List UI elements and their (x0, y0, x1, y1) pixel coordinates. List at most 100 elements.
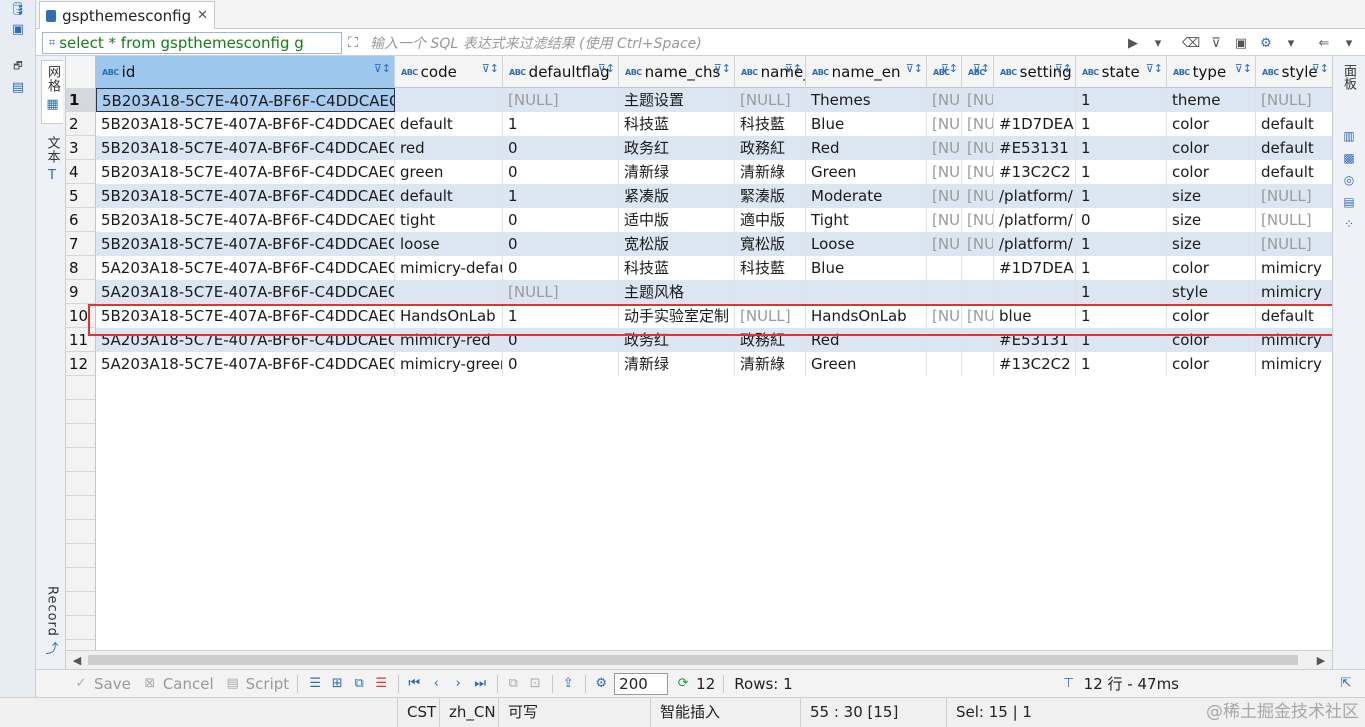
circle-icon[interactable]: ◎ (1341, 172, 1357, 188)
filter-expression-field[interactable]: ⛶ 输入一个 SQL 表达式来过滤结果 (使用 Ctrl+Space) (344, 32, 1164, 54)
table-cell[interactable]: Red (806, 328, 927, 352)
table-cell[interactable]: #13C2C2 (994, 352, 1076, 376)
table-row[interactable]: 2 5B203A18-5C7E-407A-BF6F-C4DDCAECE defaul… (66, 112, 1332, 136)
table-cell[interactable]: 清新綠 (735, 352, 806, 376)
table-cell[interactable]: default (1256, 136, 1332, 160)
row-number[interactable]: 12 (66, 352, 96, 376)
table-cell[interactable]: green (395, 160, 503, 184)
table-cell[interactable]: color (1167, 160, 1256, 184)
table-cell[interactable]: [NU (927, 232, 962, 256)
table-cell[interactable] (395, 88, 503, 112)
table-cell[interactable] (806, 280, 927, 304)
table-cell[interactable]: 科技蓝 (619, 112, 735, 136)
table-cell[interactable]: [NU (962, 184, 994, 208)
column-header-name-[interactable]: ABC name_ ⊽↕ (735, 56, 806, 88)
table-cell[interactable]: 1 (503, 184, 619, 208)
table-cell[interactable]: mimicry (1256, 280, 1332, 304)
save-button[interactable]: ✓ Save (72, 675, 131, 693)
table-cell[interactable] (994, 88, 1076, 112)
sort-filter-icon[interactable]: ⊽↕ (973, 62, 990, 75)
table-cell[interactable]: [NU (962, 112, 994, 136)
add-row-icon[interactable]: ⊞ (328, 675, 346, 693)
table-cell[interactable]: 0 (503, 160, 619, 184)
table-cell[interactable]: loose (395, 232, 503, 256)
table-cell[interactable]: color (1167, 112, 1256, 136)
row-number[interactable]: 8 (66, 256, 96, 280)
table-cell[interactable]: mimicry (1256, 256, 1332, 280)
table-cell[interactable] (735, 280, 806, 304)
table-cell[interactable]: 5A203A18-5C7E-407A-BF6F-C4DDCAECE (96, 352, 395, 376)
sort-filter-icon[interactable]: ⊽↕ (941, 62, 958, 75)
table-cell[interactable]: 动手实验室定制 (619, 304, 735, 328)
row-number[interactable]: 6 (66, 208, 96, 232)
expand-icon[interactable]: ⛶ (344, 35, 362, 51)
table-cell[interactable] (962, 280, 994, 304)
table-cell[interactable]: 1 (1076, 112, 1167, 136)
metadata-icon[interactable]: ▤ (1341, 194, 1357, 210)
table-cell[interactable]: default (1256, 160, 1332, 184)
table-cell[interactable]: 主题风格 (619, 280, 735, 304)
table-cell[interactable]: Loose (806, 232, 927, 256)
fetch-settings-icon[interactable]: ⚙ (592, 675, 610, 693)
last-page-icon[interactable]: ⏭ (471, 675, 489, 693)
table-cell[interactable]: 緊湊版 (735, 184, 806, 208)
back-dropdown-icon[interactable]: ▾ (1340, 34, 1358, 52)
table-cell[interactable]: default (395, 112, 503, 136)
column-header-style[interactable]: ABC style ⊽↕ (1256, 56, 1332, 88)
table-cell[interactable]: 紧凑版 (619, 184, 735, 208)
table-cell[interactable]: [NULL] (1256, 208, 1332, 232)
next-page-icon[interactable]: › (449, 675, 467, 693)
table-cell[interactable]: [NU (962, 304, 994, 328)
table-cell[interactable]: 科技蓝 (619, 256, 735, 280)
table-cell[interactable] (395, 280, 503, 304)
table-cell[interactable]: Blue (806, 256, 927, 280)
table-cell[interactable]: color (1167, 256, 1256, 280)
table-cell[interactable]: 5B203A18-5C7E-407A-BF6F-C4DDCAECE (96, 232, 395, 256)
column-header-setting[interactable]: ABC setting ⊽↕ (994, 56, 1076, 88)
scroll-thumb[interactable] (88, 655, 1298, 665)
table-cell[interactable]: mimicry-greer (395, 352, 503, 376)
table-cell[interactable]: 5B203A18-5C7E-407A-BF6F-C4DDCAECE (96, 136, 395, 160)
table-cell[interactable]: Blue (806, 112, 927, 136)
row-number[interactable]: 5 (66, 184, 96, 208)
table-cell[interactable]: mimicry-red (395, 328, 503, 352)
table-cell[interactable]: [NU (927, 112, 962, 136)
table-cell[interactable]: 5B203A18-5C7E-407A-BF6F-C4DDCAECE (96, 304, 395, 328)
table-cell[interactable]: 1 (1076, 136, 1167, 160)
restore-icon[interactable]: 🗗 (9, 58, 27, 76)
copy-row-icon[interactable]: ⧉ (350, 675, 368, 693)
table-row[interactable]: 6 5B203A18-5C7E-407A-BF6F-C4DDCAECE tight 0… (66, 208, 1332, 232)
table-cell[interactable]: 5B203A18-5C7E-407A-BF6F-C4DDCAECE (96, 112, 395, 136)
table-cell[interactable]: 適中版 (735, 208, 806, 232)
table-cell[interactable]: mimicry-defau (395, 256, 503, 280)
back-icon[interactable]: ⇐ (1315, 34, 1333, 52)
table-cell[interactable]: #1D7DEA (994, 112, 1076, 136)
table-cell[interactable]: 政務紅 (735, 136, 806, 160)
row-number[interactable]: 4 (66, 160, 96, 184)
table-cell[interactable]: 1 (1076, 232, 1167, 256)
table-cell[interactable]: [NU (927, 160, 962, 184)
table-row[interactable]: 12 5A203A18-5C7E-407A-BF6F-C4DDCAECE mimic… (66, 352, 1332, 376)
table-cell[interactable]: /platform/ (994, 208, 1076, 232)
table-cell[interactable]: size (1167, 232, 1256, 256)
table-cell[interactable]: 科技藍 (735, 256, 806, 280)
table-cell[interactable]: color (1167, 304, 1256, 328)
row-number[interactable]: 9 (66, 280, 96, 304)
calculator-icon[interactable]: ▥ (1341, 128, 1357, 144)
table-cell[interactable]: [NU (927, 136, 962, 160)
table-cell[interactable]: [NU (927, 184, 962, 208)
tab-gspthemesconfig[interactable]: gspthemesconfig ✕ (39, 1, 215, 29)
horizontal-scrollbar[interactable]: ◀ ▶ (66, 650, 1332, 669)
panel-icon[interactable]: ▤ (9, 78, 27, 96)
table-row[interactable]: 10 5B203A18-5C7E-407A-BF6F-C4DDCAECE Hands… (66, 304, 1332, 328)
table-cell[interactable]: Green (806, 160, 927, 184)
table-row[interactable]: 9 5A203A18-5C7E-407A-BF6F-C4DDCAECE [NULL]… (66, 280, 1332, 304)
table-cell[interactable]: 清新绿 (619, 352, 735, 376)
table-row[interactable]: 11 5A203A18-5C7E-407A-BF6F-C4DDCAECE mimic… (66, 328, 1332, 352)
table-cell[interactable]: 5B203A18-5C7E-407A-BF6F-C4DDCAECE (96, 160, 395, 184)
table-cell[interactable]: 1 (1076, 328, 1167, 352)
table-cell[interactable]: [NU (962, 136, 994, 160)
table-cell[interactable]: 0 (503, 232, 619, 256)
table-cell[interactable] (962, 352, 994, 376)
tab-record[interactable]: Record ⤴ (41, 586, 63, 666)
